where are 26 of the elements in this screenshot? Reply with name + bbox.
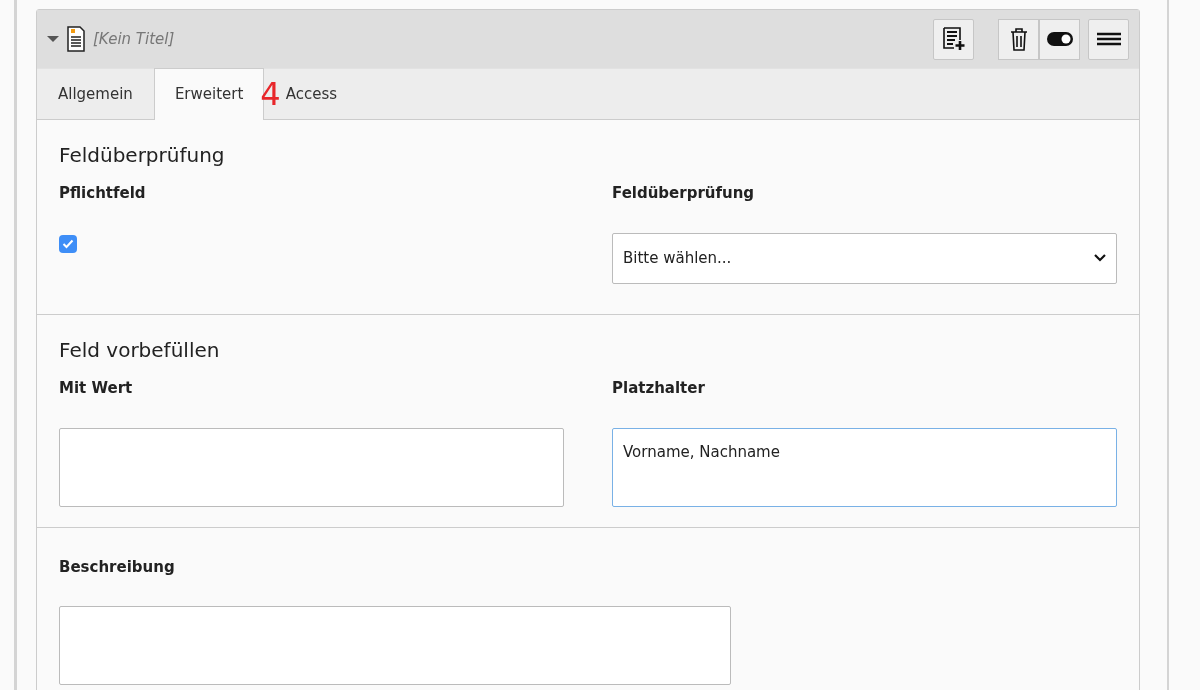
document-icon [67,26,85,52]
chevron-icon [1094,254,1106,262]
menu-button[interactable] [1088,18,1129,60]
section-title: Feldüberprüfung [59,142,226,169]
field-label: Platzhalter [612,378,706,399]
input-field[interactable] [59,606,731,685]
toggle-switch[interactable] [1039,18,1080,60]
tab[interactable]: Allgemein [37,68,154,119]
field-label: Feldüberprüfung [612,183,756,204]
checkbox[interactable] [59,234,77,253]
input-field[interactable] [59,427,564,507]
element-title: [Kein Titel] [93,28,175,50]
tab[interactable]: Access [280,68,359,119]
field-label: Beschreibung [59,556,176,578]
trash-icon [1009,27,1028,51]
select-field[interactable]: Bitte wählen... [612,232,1117,284]
field-label: Pflichtfeld [59,183,147,204]
toggle-icon [1045,31,1074,47]
input-field[interactable]: Vorname, Nachname [612,427,1117,507]
section-title: Feld vorbefüllen [59,337,221,364]
document-plus-icon [941,27,966,51]
new-content-button[interactable] [933,18,974,60]
delete-button[interactable] [998,18,1039,60]
field-label: Mit Wert [59,378,134,399]
menu-icon [1096,32,1121,46]
caret-icon[interactable] [47,35,59,43]
